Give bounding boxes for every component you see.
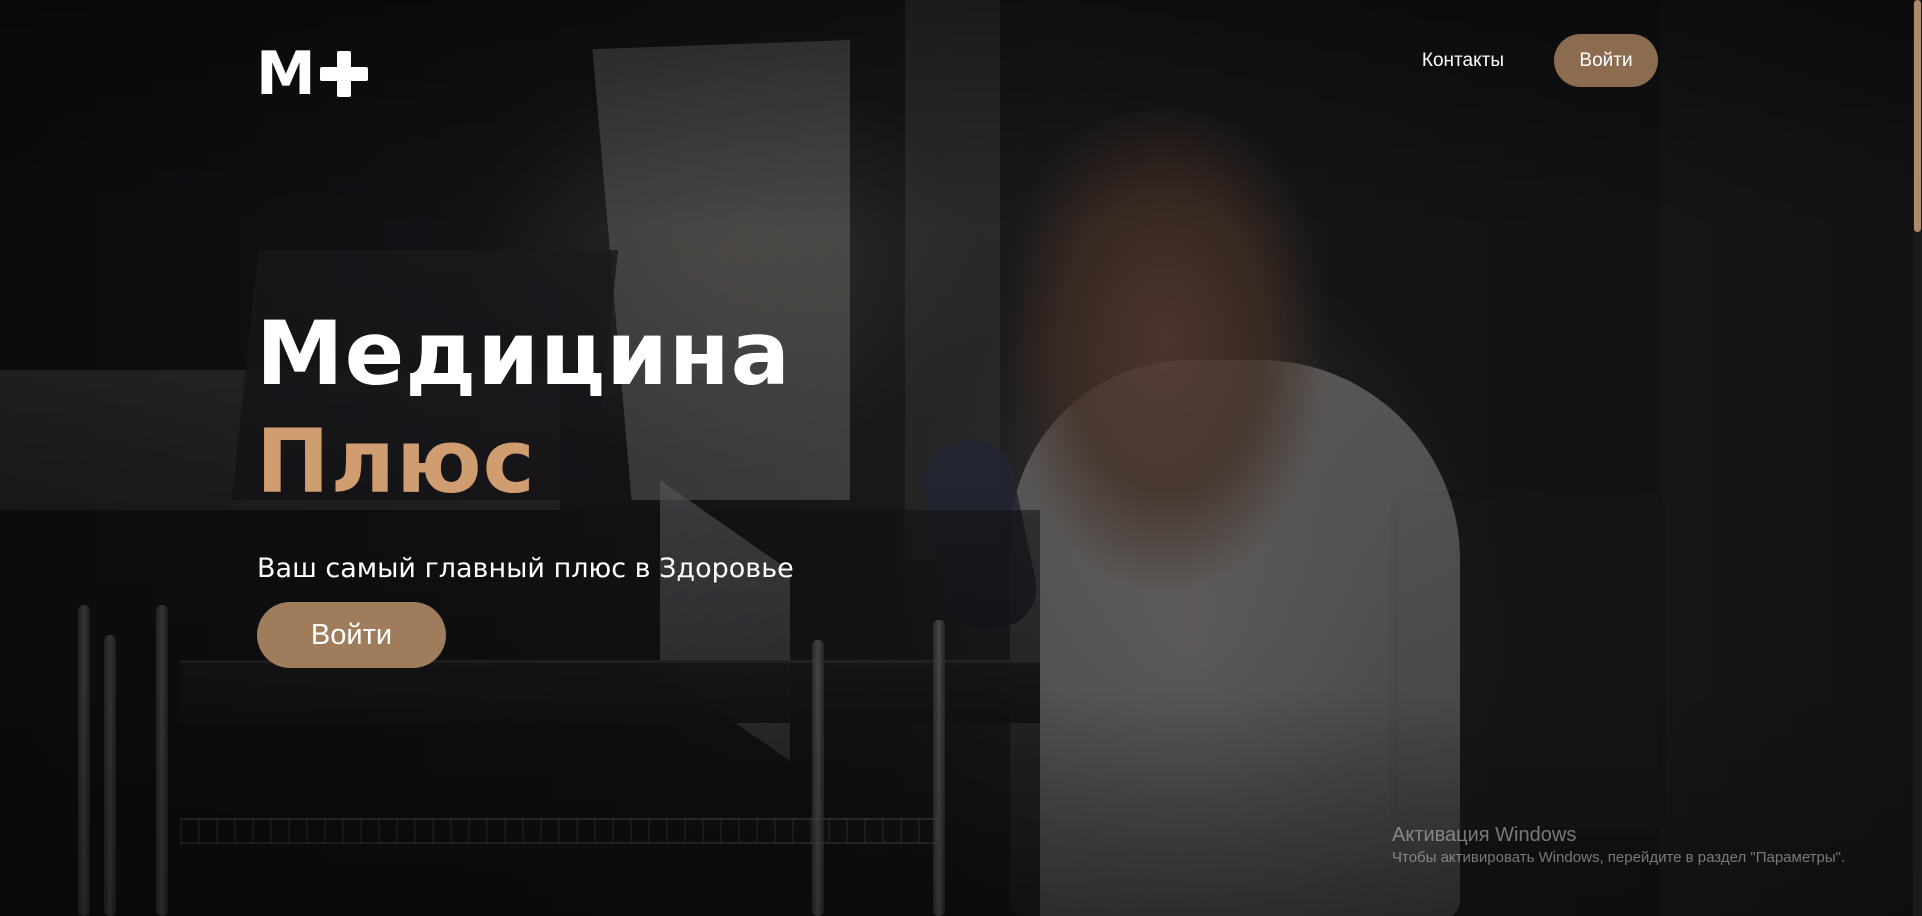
scrollbar-track[interactable] bbox=[1913, 0, 1922, 916]
logo[interactable]: M bbox=[256, 39, 368, 109]
windows-activation-watermark: Активация Windows Чтобы активировать Win… bbox=[1392, 822, 1845, 868]
scrollbar-thumb[interactable] bbox=[1914, 0, 1921, 232]
hero-title-line1: Медицина bbox=[256, 302, 792, 405]
hero-title: Медицина Плюс bbox=[256, 300, 791, 516]
hero-title-line2: Плюс bbox=[256, 410, 536, 513]
nav-contacts-link[interactable]: Контакты bbox=[1422, 50, 1504, 72]
hero-login-button[interactable]: Войти bbox=[257, 602, 446, 668]
plus-icon bbox=[319, 51, 368, 97]
nav-login-button[interactable]: Войти bbox=[1554, 34, 1658, 87]
hero-subtitle: Ваш самый главный плюс в Здоровье bbox=[257, 553, 794, 584]
watermark-text: Чтобы активировать Windows, перейдите в … bbox=[1392, 849, 1846, 866]
watermark-title: Активация Windows bbox=[1392, 824, 1577, 846]
logo-text: M bbox=[256, 39, 316, 109]
top-nav: Контакты Войти bbox=[1422, 34, 1658, 87]
